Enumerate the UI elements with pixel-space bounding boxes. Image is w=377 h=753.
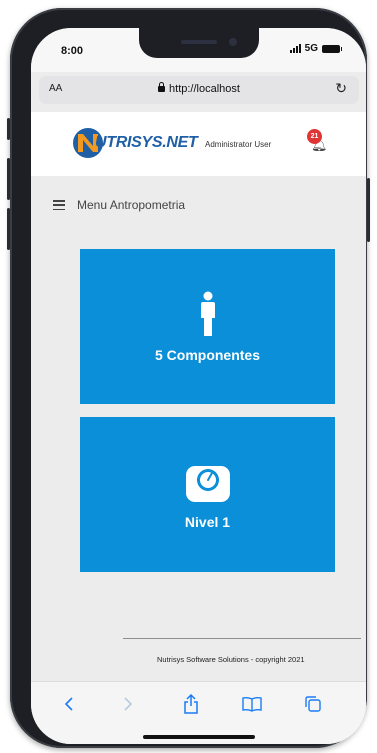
chevron-right-icon <box>124 697 133 711</box>
notch <box>139 28 259 58</box>
share-button[interactable] <box>180 693 202 715</box>
chevron-left-icon <box>64 697 73 711</box>
bookmarks-button[interactable] <box>241 693 263 715</box>
hamburger-icon[interactable] <box>53 200 65 210</box>
speaker-icon <box>181 40 217 44</box>
notification-badge: 21 <box>307 129 322 144</box>
footer-copyright: Nutrisys Software Solutions - copyright … <box>157 655 305 664</box>
nutrisys-logo[interactable]: UTRISYS.NET <box>71 124 198 162</box>
app-header: UTRISYS.NET Administrator User 🔔︎ 21 <box>31 112 366 176</box>
address-bar[interactable]: AA http://localhost ↻ <box>39 76 359 104</box>
book-icon <box>242 696 262 712</box>
battery-icon <box>322 44 342 53</box>
volume-up-button <box>7 158 10 200</box>
tabs-icon <box>305 696 321 712</box>
status-time: 8:00 <box>61 45 84 57</box>
reload-icon[interactable]: ↻ <box>335 80 347 97</box>
home-indicator[interactable] <box>143 735 255 739</box>
url-display[interactable]: http://localhost <box>39 82 359 95</box>
mute-switch <box>7 118 10 140</box>
lock-icon <box>158 82 166 92</box>
status-indicators: 5G <box>289 43 342 54</box>
card-label: Nivel 1 <box>184 513 231 530</box>
camera-icon <box>229 38 237 46</box>
tabs-button[interactable] <box>302 693 324 715</box>
footer-divider <box>123 638 361 639</box>
signal-icon <box>289 44 301 53</box>
logo-text: UTRISYS.NET <box>95 134 198 151</box>
menu-header: Menu Antropometria <box>53 198 185 212</box>
network-label: 5G <box>304 43 318 54</box>
person-icon <box>200 291 215 336</box>
back-button[interactable] <box>58 693 80 715</box>
phone-screen: 8:00 5G AA http://localhost ↻ UTRISYS.NE… <box>31 28 366 744</box>
card-5-componentes[interactable]: 5 Componentes <box>80 249 335 404</box>
scale-icon <box>185 465 230 502</box>
notifications-button[interactable]: 🔔︎ 21 <box>307 129 331 153</box>
user-name[interactable]: Administrator User <box>205 140 271 149</box>
phone-frame: 8:00 5G AA http://localhost ↻ UTRISYS.NE… <box>7 8 370 748</box>
menu-title: Menu Antropometria <box>77 198 186 212</box>
share-icon <box>184 694 198 714</box>
power-button <box>367 178 370 242</box>
volume-down-button <box>7 208 10 250</box>
url-text: http://localhost <box>169 83 240 95</box>
card-nivel-1[interactable]: Nivel 1 <box>80 417 335 572</box>
forward-button[interactable] <box>117 693 139 715</box>
card-label: 5 Componentes <box>154 346 260 363</box>
